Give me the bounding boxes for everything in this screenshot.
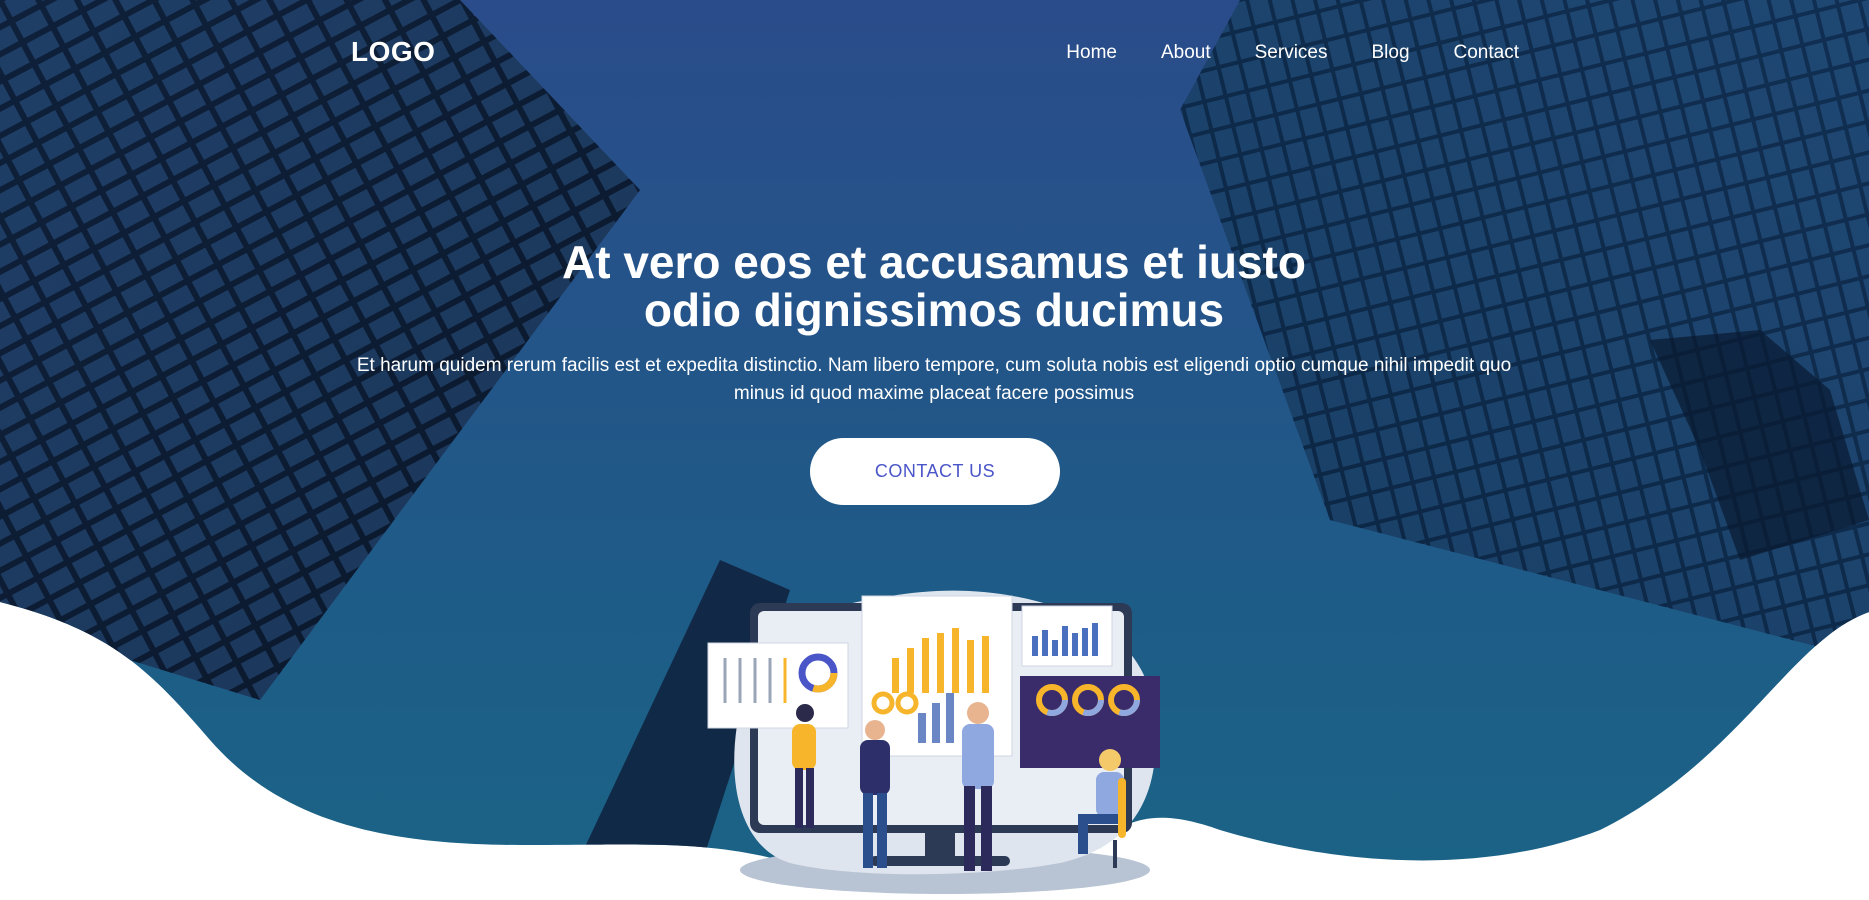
chart-bar xyxy=(907,648,914,693)
contact-us-button[interactable]: CONTACT US xyxy=(810,438,1060,505)
nav-item-services[interactable]: Services xyxy=(1255,42,1328,64)
chart-bar xyxy=(982,636,989,693)
top-navigation: LOGO Home About Services Blog Contact xyxy=(351,36,1519,72)
hero-title-line-1: At vero eos et accusamus et iusto xyxy=(562,236,1306,288)
chart-bar-blue xyxy=(918,713,926,743)
nav-item-about[interactable]: About xyxy=(1161,42,1211,64)
chart-bar xyxy=(922,638,929,693)
chart-bar xyxy=(967,640,974,693)
monitor-stand xyxy=(925,833,955,858)
nav-menu: Home About Services Blog Contact xyxy=(1066,42,1519,64)
nav-item-contact[interactable]: Contact xyxy=(1454,42,1519,64)
chart-bar-blue xyxy=(946,693,954,743)
site-logo[interactable]: LOGO xyxy=(351,36,435,68)
business-analytics-illustration xyxy=(707,590,1160,894)
chart-bar-blue xyxy=(932,703,940,743)
office-chair xyxy=(1118,778,1126,838)
hero-subtitle-line-1: Et harum quidem rerum facilis est et exp… xyxy=(356,355,1512,376)
hero-section: LOGO Home About Services Blog Contact At… xyxy=(0,0,1869,900)
hero-subtitle-line-2: minus id quod maxime placeat facere poss… xyxy=(733,383,1135,404)
hero-title: At vero eos et accusamus et iusto odio d… xyxy=(434,238,1434,334)
chart-bar xyxy=(892,658,899,693)
chart-bar xyxy=(937,633,944,693)
nav-item-blog[interactable]: Blog xyxy=(1371,42,1409,64)
hero-subtitle: Et harum quidem rerum facilis est et exp… xyxy=(344,352,1524,408)
hero-title-line-2: odio dignissimos ducimus xyxy=(643,284,1225,336)
nav-item-home[interactable]: Home xyxy=(1066,42,1117,64)
chart-bar xyxy=(952,628,959,693)
